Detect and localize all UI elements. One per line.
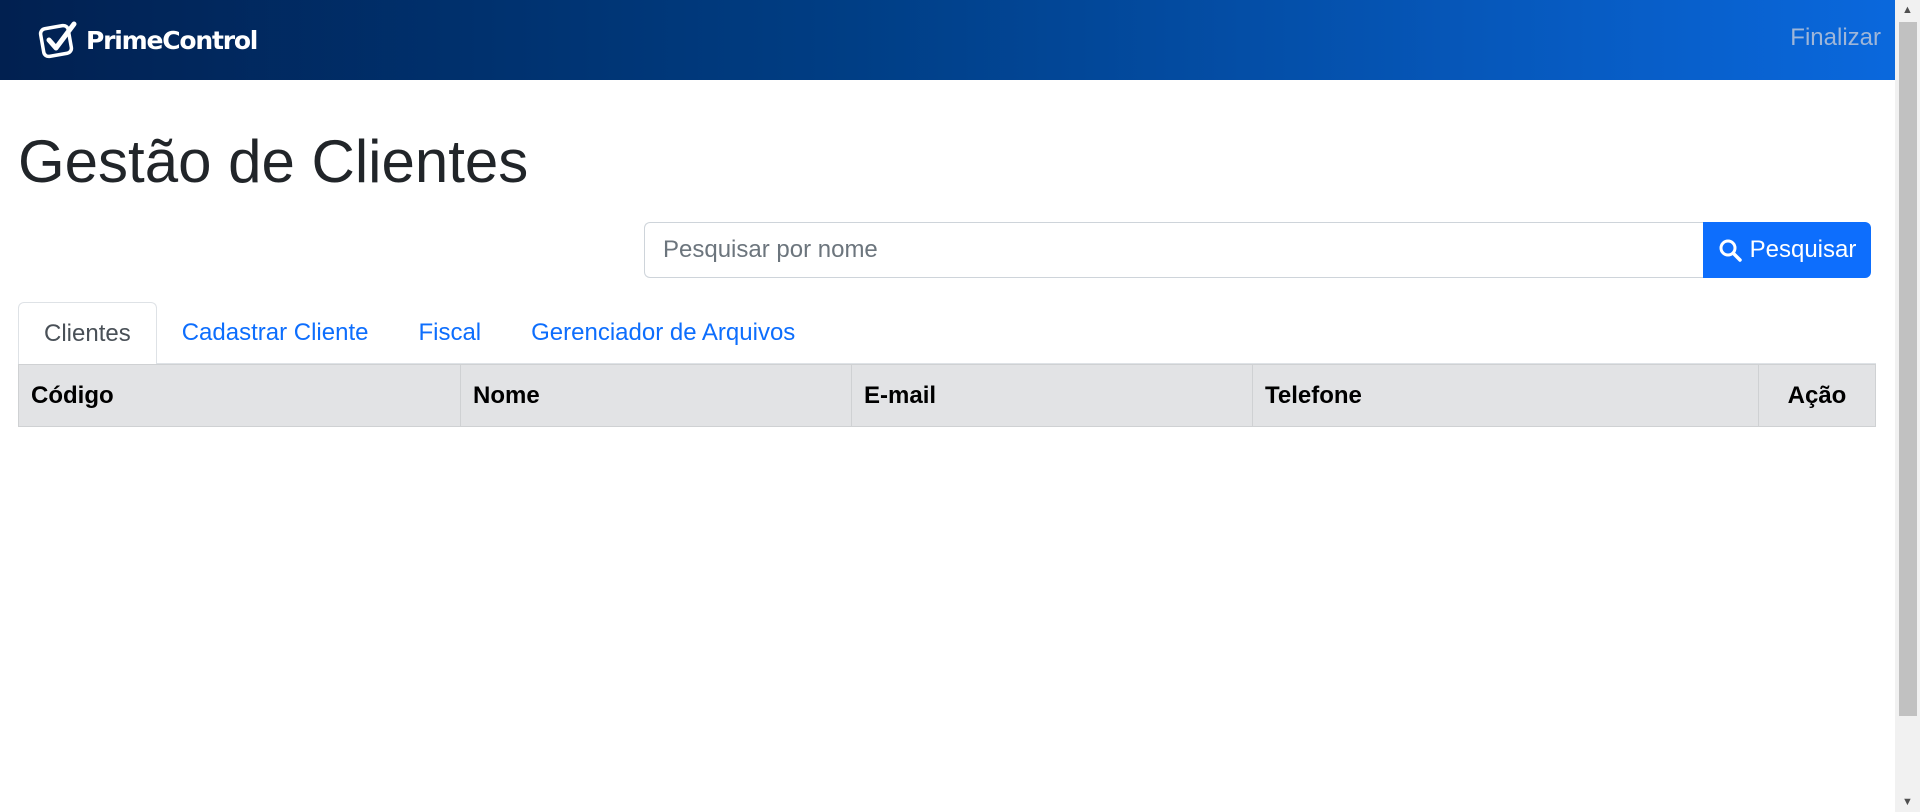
brand-logo[interactable]: PrimeControl (36, 18, 258, 62)
tab-gerenciador-de-arquivos[interactable]: Gerenciador de Arquivos (506, 302, 820, 364)
logout-link[interactable]: Finalizar (1790, 24, 1881, 52)
search-icon (1719, 239, 1742, 262)
tab-fiscal[interactable]: Fiscal (393, 302, 506, 364)
tab-clientes[interactable]: Clientes (18, 302, 157, 365)
search-group: Pesquisar (644, 222, 1871, 278)
brand-name: PrimeControl (86, 25, 258, 55)
table-header-row: Código Nome E-mail Telefone Ação (18, 364, 1876, 427)
check-badge-icon (38, 21, 77, 59)
column-header-telefone[interactable]: Telefone (1252, 364, 1759, 427)
top-navbar: PrimeControl Finalizar (0, 0, 1895, 80)
scrollbar-thumb[interactable] (1899, 22, 1917, 716)
column-header-acao: Ação (1758, 364, 1876, 427)
column-header-codigo[interactable]: Código (18, 364, 461, 427)
column-header-nome[interactable]: Nome (460, 364, 852, 427)
search-button[interactable]: Pesquisar (1703, 222, 1871, 278)
scroll-up-arrow-icon[interactable]: ▲ (1895, 0, 1920, 20)
tab-bar: Clientes Cadastrar Cliente Fiscal Gerenc… (18, 302, 1876, 365)
search-button-label: Pesquisar (1749, 236, 1857, 263)
page-title: Gestão de Clientes (18, 128, 529, 195)
vertical-scrollbar[interactable]: ▲ ▼ (1895, 0, 1920, 812)
scroll-down-arrow-icon[interactable]: ▼ (1895, 792, 1920, 812)
column-header-email[interactable]: E-mail (851, 364, 1253, 427)
search-input[interactable] (644, 222, 1703, 278)
clients-table: Código Nome E-mail Telefone Ação (18, 364, 1876, 427)
tab-cadastrar-cliente[interactable]: Cadastrar Cliente (157, 302, 394, 364)
